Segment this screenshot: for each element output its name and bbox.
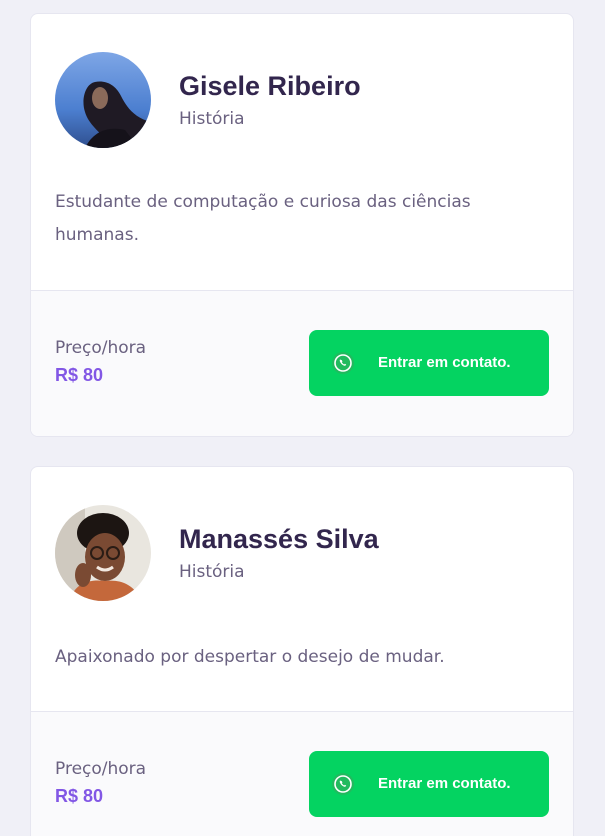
price-value: R$ 80 (55, 786, 104, 806)
card-footer: Preço/hora R$ 80 Entrar em contato. (31, 290, 573, 436)
price-block: Preço/hora R$ 80 (55, 337, 146, 387)
contact-button[interactable]: Entrar em contato. (309, 751, 549, 817)
whatsapp-icon (331, 351, 355, 375)
teacher-list: Gisele Ribeiro História Estudante de com… (0, 0, 605, 836)
contact-button-label: Entrar em contato. (378, 775, 511, 792)
teacher-subject: História (179, 109, 245, 129)
teacher-name: Gisele Ribeiro (179, 71, 361, 101)
teacher-identity: Gisele Ribeiro História (179, 70, 361, 130)
whatsapp-icon (331, 772, 355, 796)
teacher-subject: História (179, 562, 245, 582)
contact-button[interactable]: Entrar em contato. (309, 330, 549, 396)
teacher-card: Manassés Silva História Apaixonado por d… (30, 466, 574, 836)
teacher-bio: Estudante de computação e curiosa das ci… (55, 192, 471, 245)
price-value: R$ 80 (55, 365, 104, 385)
teacher-identity: Manassés Silva História (179, 523, 379, 583)
price-label: Preço/hora (55, 759, 147, 779)
card-footer: Preço/hora R$ 80 Entrar em contato. (31, 711, 573, 836)
teacher-name: Manassés Silva (179, 524, 379, 554)
contact-button-label: Entrar em contato. (378, 354, 511, 371)
avatar (55, 52, 151, 148)
teacher-profile: Manassés Silva História (55, 505, 379, 601)
price-block: Preço/hora R$ 80 (55, 758, 146, 808)
price-label: Preço/hora (55, 338, 147, 358)
teacher-bio: Apaixonado por despertar o desejo de mud… (55, 647, 445, 667)
avatar (55, 505, 151, 601)
teacher-card: Gisele Ribeiro História Estudante de com… (30, 13, 574, 437)
teacher-profile: Gisele Ribeiro História (55, 52, 361, 148)
